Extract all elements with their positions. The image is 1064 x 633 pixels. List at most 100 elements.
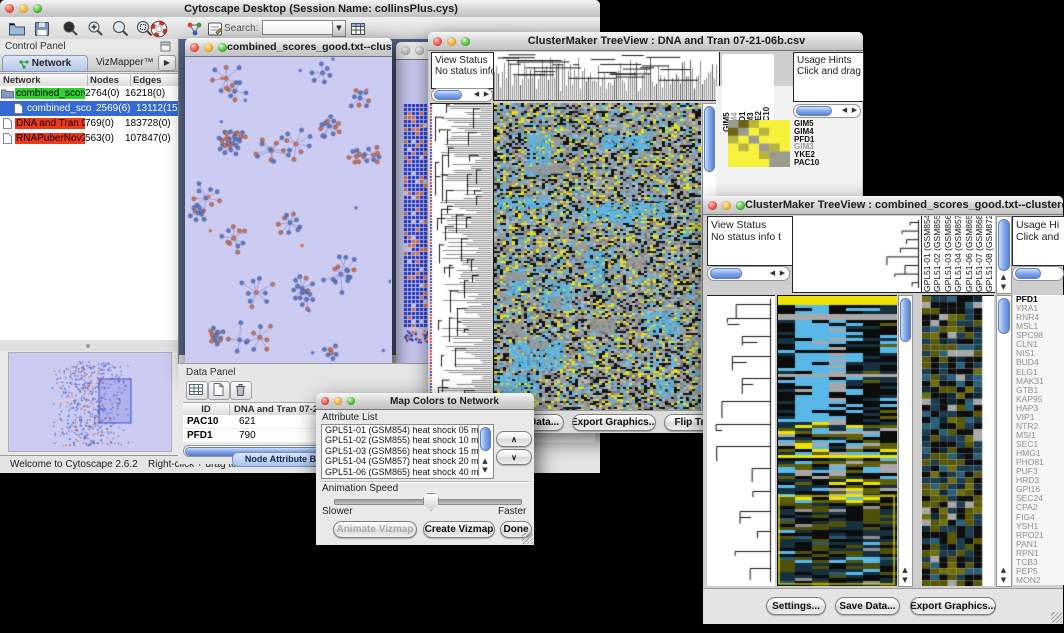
- tv1-heatmap[interactable]: [493, 103, 701, 410]
- network-canvas-1[interactable]: [186, 57, 391, 371]
- scroll-up-arrow[interactable]: ▲: [998, 273, 1009, 282]
- scroll-thumb[interactable]: [710, 268, 742, 279]
- scroll-thumb[interactable]: [998, 298, 1010, 334]
- gene-label[interactable]: MON2: [1016, 576, 1064, 585]
- resize-grip[interactable]: [1051, 612, 1062, 623]
- save-icon[interactable]: [33, 20, 51, 38]
- attribute-item[interactable]: GPL51-02 (GSM855) heat shock 10 min: [322, 435, 493, 445]
- network-row[interactable]: combined_scores2764(0)16218(0): [0, 86, 178, 101]
- delete-attribute-button[interactable]: [230, 381, 252, 400]
- attribute-item[interactable]: GPL51-06 (GSM865) heat shock 40 min: [322, 467, 493, 477]
- scroll-thumb[interactable]: [434, 90, 462, 100]
- tab-overflow-button[interactable]: ▶: [158, 55, 176, 71]
- tv2-zoom-vscrollbar[interactable]: ▲ ▼: [996, 295, 1012, 587]
- zoom-in-icon[interactable]: [87, 20, 105, 38]
- create-vizmap-button[interactable]: Create Vizmap: [423, 521, 495, 538]
- zoom-button[interactable]: [461, 37, 470, 46]
- scroll-down-arrow[interactable]: ▼: [998, 576, 1009, 585]
- tv1-status-scrollbar[interactable]: ◀ ▶: [431, 88, 493, 102]
- zoom-button[interactable]: [218, 43, 227, 52]
- new-attribute-button[interactable]: [208, 381, 230, 400]
- zoom-button[interactable]: [347, 397, 355, 405]
- tv2-zoom-heatmap[interactable]: [922, 295, 994, 586]
- dialog-title-bar[interactable]: Map Colors to Network: [316, 393, 534, 410]
- scroll-down-arrow[interactable]: ▼: [900, 576, 910, 585]
- tv2-usage-scrollbar[interactable]: [1012, 266, 1064, 281]
- tv2-heatmap[interactable]: [777, 295, 897, 586]
- col-nodes[interactable]: Nodes: [88, 75, 131, 86]
- scroll-right-arrow[interactable]: ▶: [850, 106, 859, 115]
- scroll-right-arrow[interactable]: ▶: [778, 269, 787, 278]
- network-row[interactable]: combined_sco2569(6)13112(15): [0, 101, 178, 116]
- tv2-collabel-vscrollbar[interactable]: ▲ ▼: [996, 216, 1012, 294]
- close-button[interactable]: [190, 43, 199, 52]
- col-network[interactable]: Network: [0, 75, 88, 86]
- settings-button[interactable]: Settings...: [766, 597, 826, 615]
- table-mode-button[interactable]: [186, 381, 208, 400]
- tv1-zoom-matrix[interactable]: [728, 120, 790, 167]
- minimize-button[interactable]: [722, 201, 731, 210]
- help-lifesaver-icon[interactable]: [150, 20, 168, 38]
- network-window-1-title-bar[interactable]: combined_scores_good.txt--cluste...: [185, 38, 392, 57]
- tv1-column-dendrogram[interactable]: [493, 52, 720, 101]
- scroll-down-arrow[interactable]: ▼: [998, 283, 1009, 292]
- table-panel-icon[interactable]: [349, 20, 367, 38]
- treeview-2-title-bar[interactable]: ClusterMaker TreeView : combined_scores_…: [703, 196, 1063, 215]
- scroll-up-arrow[interactable]: ▲: [480, 457, 490, 466]
- tab-network[interactable]: Network: [2, 55, 88, 72]
- attribute-list[interactable]: GPL51-01 (GSM854) heat shock 05 minGPL51…: [321, 424, 494, 479]
- network-view-icon[interactable]: [186, 20, 204, 38]
- tv2-column-dendrogram[interactable]: [792, 216, 922, 293]
- attribute-list-vscrollbar[interactable]: ▲ ▼: [478, 425, 492, 476]
- minimize-button[interactable]: [415, 46, 424, 55]
- treeview-1-title-bar[interactable]: ClusterMaker TreeView : DNA and Tran 07-…: [428, 32, 863, 51]
- search-input[interactable]: [262, 20, 334, 35]
- minimize-button[interactable]: [447, 37, 456, 46]
- scroll-up-arrow[interactable]: ▲: [998, 566, 1009, 575]
- attribute-item[interactable]: GPL51-07 (GSM868) heat shock 60 min: [322, 477, 493, 479]
- resize-grip[interactable]: [522, 533, 533, 544]
- network-canvas-2[interactable]: [402, 104, 430, 344]
- tv1-zoom-hscrollbar[interactable]: ◀ ▶: [793, 104, 861, 118]
- slider-thumb[interactable]: [423, 493, 439, 511]
- float-panel-icon[interactable]: [160, 41, 171, 52]
- zoom-button[interactable]: [736, 201, 745, 210]
- zoom-selected-icon[interactable]: [112, 20, 130, 38]
- minimize-button[interactable]: [334, 397, 342, 405]
- scroll-right-arrow[interactable]: ▶: [482, 90, 491, 99]
- tv2-heatmap-vscrollbar[interactable]: ▲ ▼: [898, 295, 913, 587]
- scroll-thumb[interactable]: [704, 106, 715, 172]
- search-dropdown-button[interactable]: ▼: [332, 20, 346, 37]
- open-file-icon[interactable]: [8, 20, 26, 38]
- minimize-button[interactable]: [19, 4, 28, 13]
- annotation-icon[interactable]: [206, 20, 224, 38]
- scroll-left-arrow[interactable]: ◀: [768, 269, 777, 278]
- close-button[interactable]: [401, 46, 410, 55]
- attribute-item[interactable]: GPL51-04 (GSM857) heat shock 20 min: [322, 456, 493, 466]
- network-row[interactable]: DNA and Tran 07769(0)183728(0): [0, 116, 178, 131]
- animate-vizmap-button[interactable]: Animate Vizmap: [333, 521, 417, 538]
- overview-divider[interactable]: [0, 340, 178, 351]
- network-row[interactable]: RNAPuberNov2+563(0)107847(0): [0, 131, 178, 146]
- minimize-button[interactable]: [204, 43, 213, 52]
- scroll-thumb[interactable]: [480, 427, 491, 451]
- scroll-up-arrow[interactable]: ▲: [900, 566, 910, 575]
- move-down-button[interactable]: ∨: [496, 449, 532, 465]
- export-graphics-button[interactable]: Export Graphics...: [572, 414, 656, 431]
- attribute-item[interactable]: GPL51-03 (GSM856) heat shock 15 min: [322, 446, 493, 456]
- close-button[interactable]: [321, 397, 329, 405]
- col-edges[interactable]: Edges: [131, 75, 178, 86]
- animation-speed-slider[interactable]: [334, 499, 522, 505]
- scroll-thumb[interactable]: [900, 298, 911, 342]
- export-graphics-button[interactable]: Export Graphics...: [910, 597, 996, 615]
- network-overview-thumbnail[interactable]: [8, 352, 172, 452]
- save-data-button[interactable]: Save Data...: [835, 597, 900, 615]
- close-button[interactable]: [433, 37, 442, 46]
- attribute-item[interactable]: GPL51-01 (GSM854) heat shock 05 min: [322, 425, 493, 435]
- scroll-down-arrow[interactable]: ▼: [480, 466, 490, 475]
- scroll-left-arrow[interactable]: ◀: [840, 106, 849, 115]
- scroll-thumb[interactable]: [796, 106, 832, 116]
- close-button[interactable]: [5, 4, 14, 13]
- tv1-row-dendrogram[interactable]: [430, 103, 491, 411]
- move-up-button[interactable]: ∧: [496, 431, 532, 447]
